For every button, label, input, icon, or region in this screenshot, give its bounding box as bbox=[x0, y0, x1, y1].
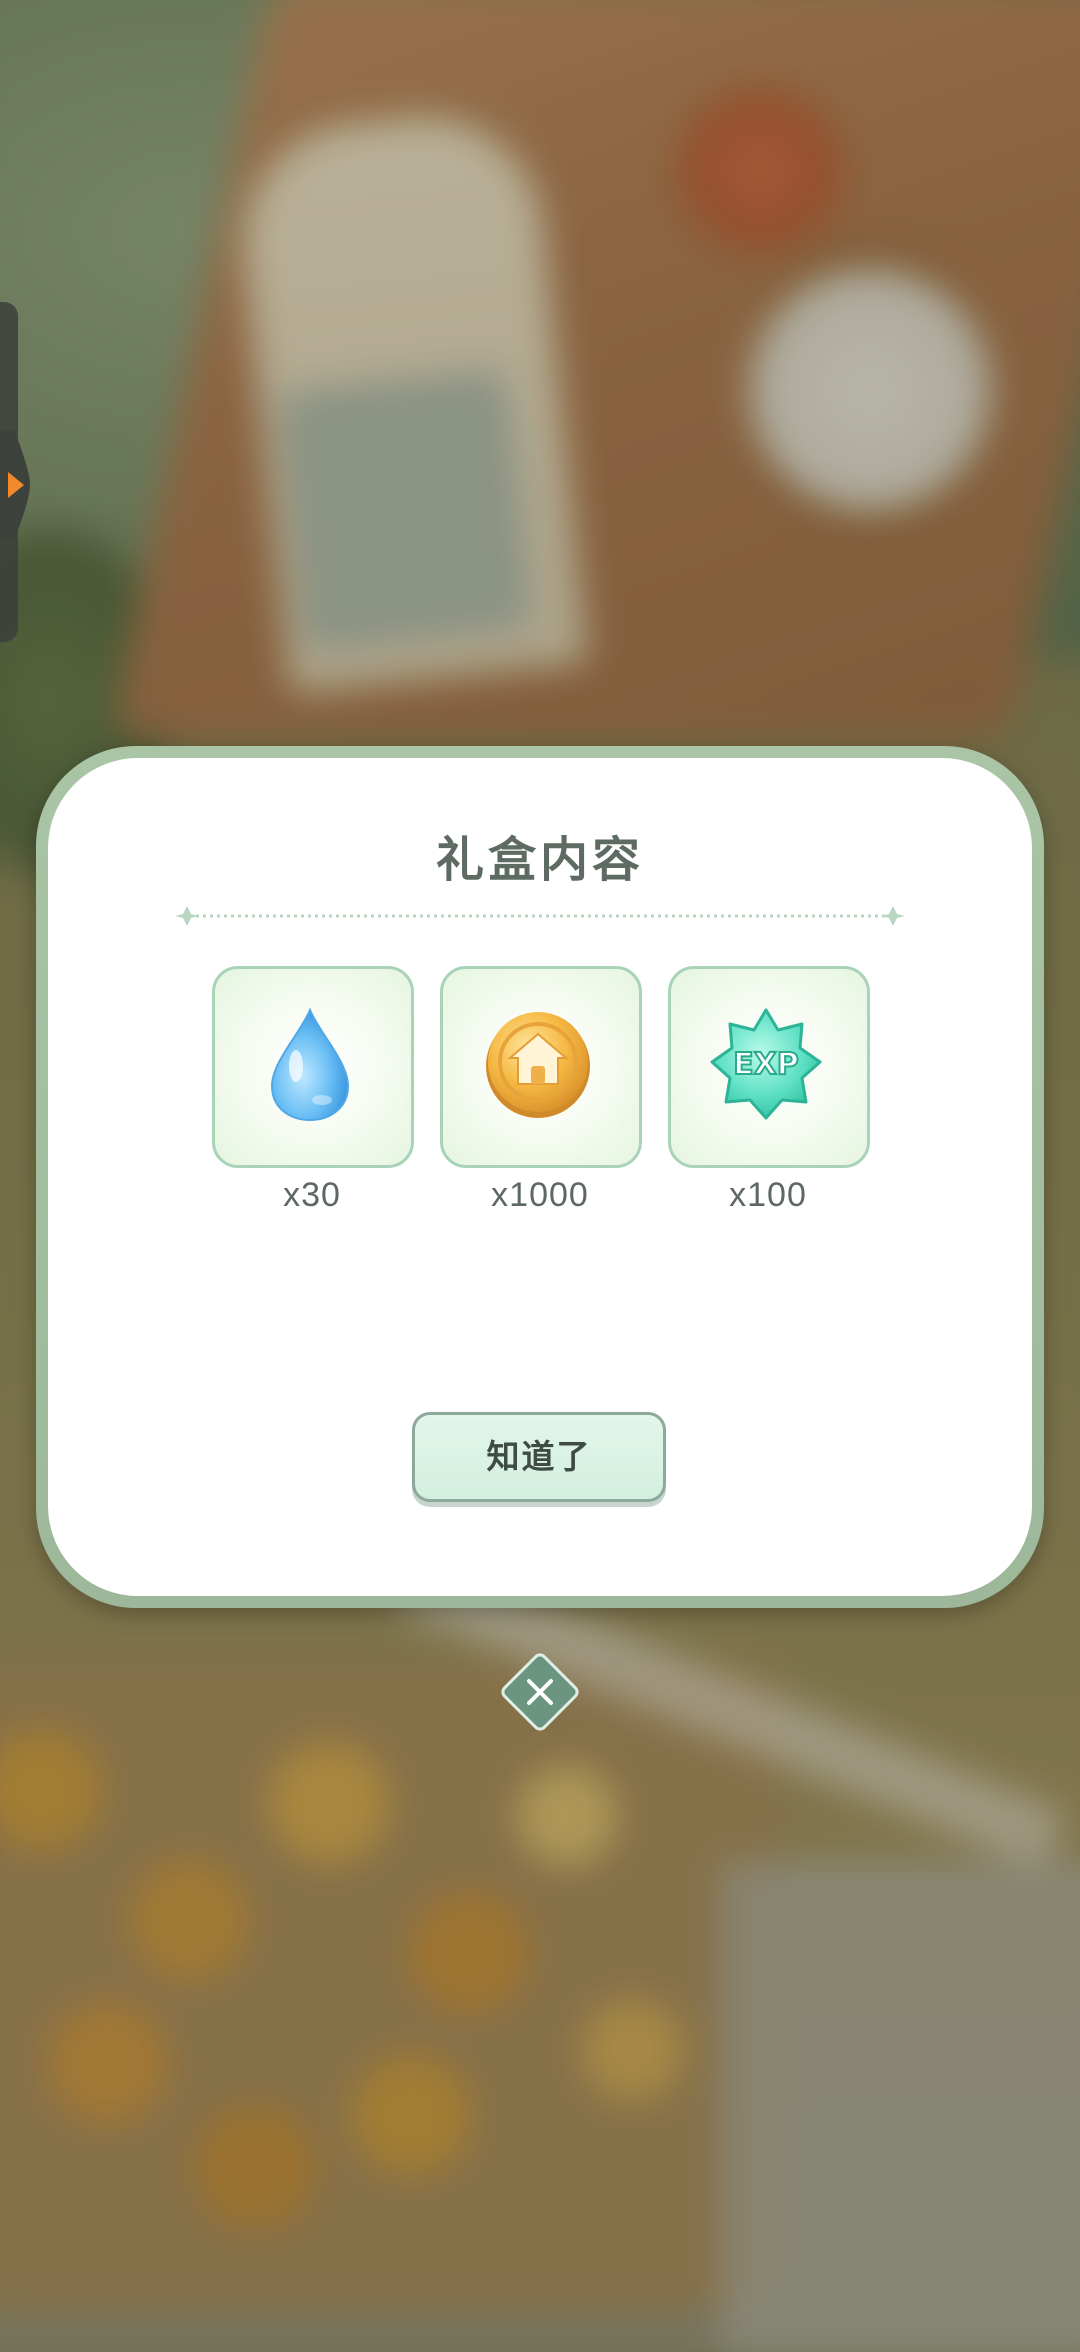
reward-item-water[interactable] bbox=[212, 966, 414, 1168]
water-drop-icon bbox=[270, 1007, 350, 1122]
arrow-right-icon[interactable] bbox=[0, 430, 36, 540]
dialog-title: 礼盒内容 bbox=[435, 834, 644, 887]
exp-star-icon: EXP bbox=[710, 1008, 822, 1120]
reward-count-water: x30 bbox=[283, 1176, 341, 1214]
house-coin-icon bbox=[486, 1012, 590, 1118]
reward-item-exp[interactable]: EXP bbox=[668, 966, 870, 1168]
close-icon[interactable] bbox=[498, 1650, 582, 1734]
reward-count-coin: x1000 bbox=[491, 1176, 589, 1214]
reward-count-exp: x100 bbox=[729, 1176, 807, 1214]
got-it-button[interactable]: 知道了 bbox=[412, 1412, 666, 1502]
title-divider bbox=[175, 906, 905, 926]
exp-label: EXP bbox=[733, 1047, 799, 1082]
reward-item-coin[interactable] bbox=[440, 966, 642, 1168]
